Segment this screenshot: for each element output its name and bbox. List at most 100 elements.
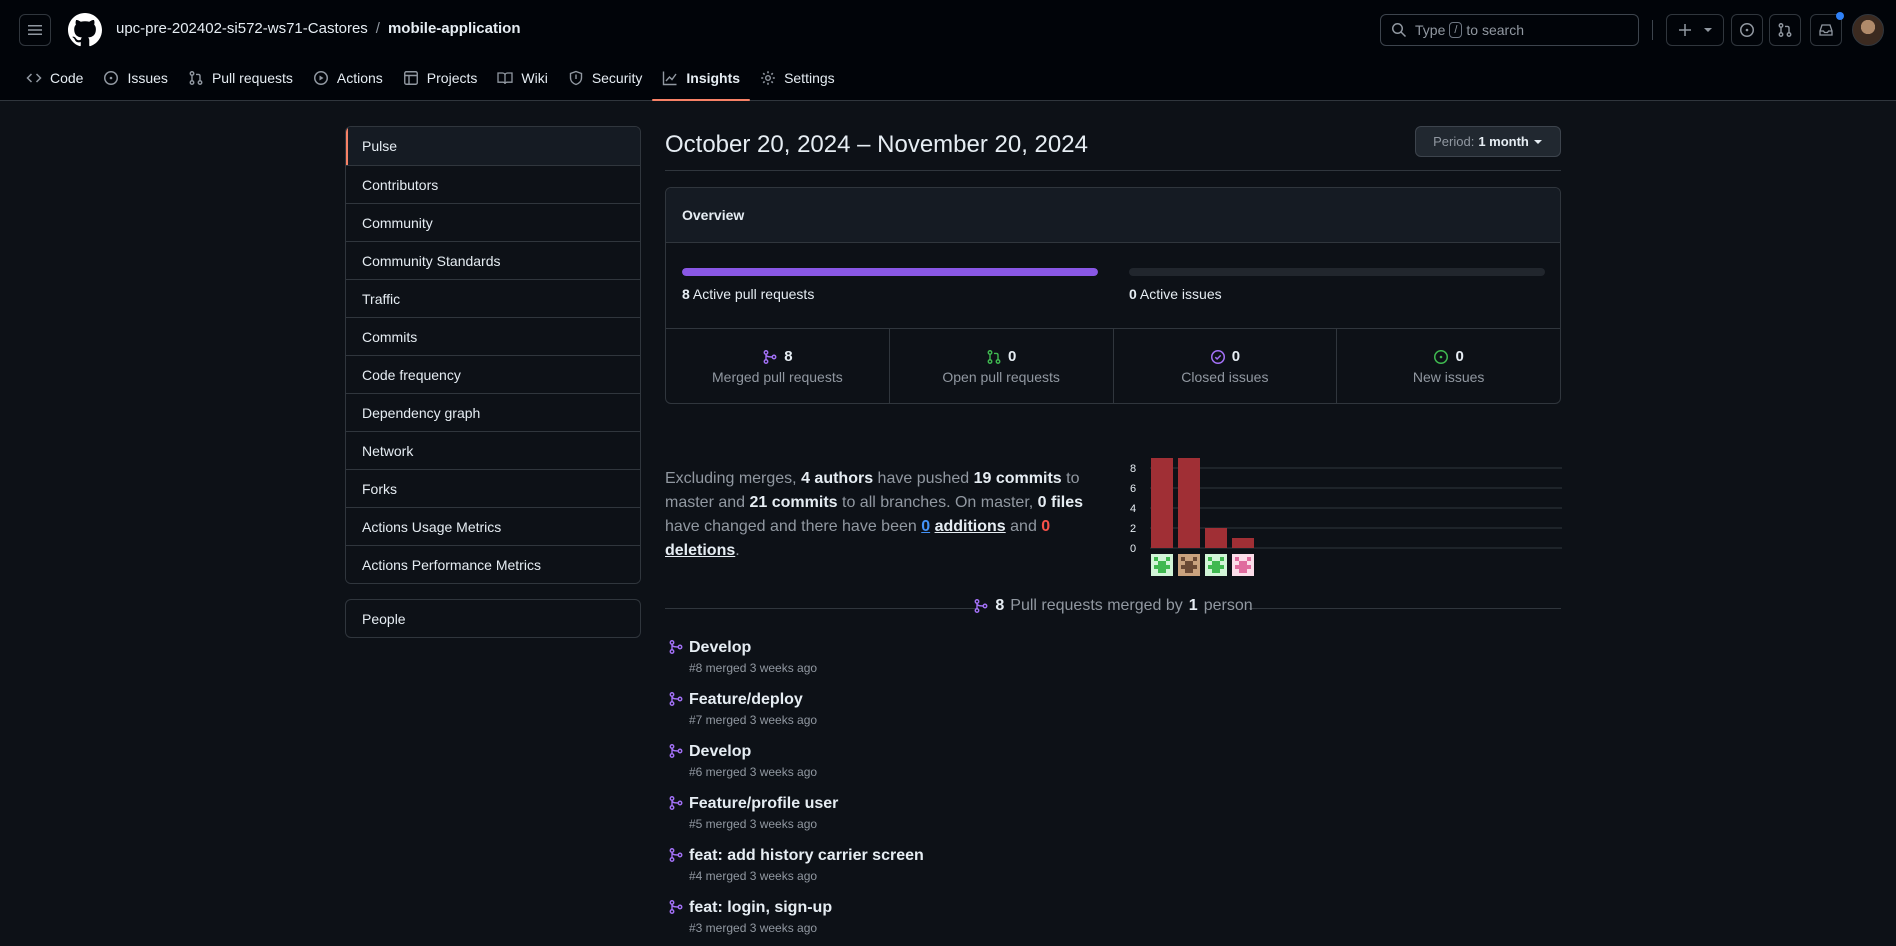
repo-name-link[interactable]: mobile-application bbox=[388, 20, 521, 37]
sidebar-item-code-frequency[interactable]: Code frequency bbox=[346, 355, 640, 393]
issues-button[interactable] bbox=[1731, 14, 1763, 46]
pr-title-link[interactable]: Feature/profile user bbox=[689, 793, 1561, 815]
hamburger-menu-button[interactable] bbox=[19, 14, 51, 46]
stat-open-prs[interactable]: 0 Open pull requests bbox=[888, 329, 1113, 403]
tab-issues-label: Issues bbox=[127, 70, 168, 86]
tab-pull-requests-label: Pull requests bbox=[211, 70, 293, 86]
contributor-avatar-pixel bbox=[1235, 557, 1239, 561]
merged-pr-list: Develop #8 merged 3 weeks ago Feature/de… bbox=[665, 637, 1561, 946]
github-logo-icon[interactable] bbox=[68, 13, 102, 47]
tab-issues[interactable]: Issues bbox=[93, 60, 177, 96]
stat-new-issues[interactable]: 0 New issues bbox=[1336, 329, 1560, 403]
contributor-avatar-pixel bbox=[1239, 561, 1243, 565]
additions-link[interactable]: 0 additions bbox=[921, 518, 1005, 535]
summary-files: 0 files bbox=[1037, 494, 1084, 511]
sidebar-item-traffic[interactable]: Traffic bbox=[346, 279, 640, 317]
pr-meta: #3 merged 3 weeks ago bbox=[689, 921, 818, 935]
table-icon bbox=[403, 71, 418, 85]
inbox-icon bbox=[1819, 24, 1833, 36]
tab-security[interactable]: Security bbox=[558, 60, 653, 96]
create-new-button[interactable] bbox=[1666, 14, 1724, 46]
chart-bar[interactable] bbox=[1151, 458, 1173, 548]
issue-opened-icon bbox=[1434, 349, 1449, 364]
contributor-avatar[interactable] bbox=[1232, 554, 1254, 576]
tab-insights[interactable]: Insights bbox=[652, 60, 750, 101]
additions-word: additions bbox=[934, 518, 1006, 535]
summary-text: have pushed bbox=[877, 470, 970, 487]
merged-prs-heading: 8 Pull requests merged by 1 person bbox=[665, 597, 1561, 619]
contributor-avatar-pixel bbox=[1216, 569, 1220, 573]
list-item: feat: add history carrier screen #4 merg… bbox=[665, 845, 1561, 897]
sidebar-item-dependency-graph[interactable]: Dependency graph bbox=[346, 393, 640, 431]
pr-title-link[interactable]: Develop bbox=[689, 637, 1561, 659]
stat-closed-issues[interactable]: 0 Closed issues bbox=[1112, 329, 1337, 403]
sidebar-item-actions-usage-metrics[interactable]: Actions Usage Metrics bbox=[346, 507, 640, 545]
active-issues-label: Active issues bbox=[1139, 286, 1222, 302]
contributor-avatar-pixel bbox=[1185, 565, 1189, 569]
commit-summary: Excluding merges, 4 authors have pushed … bbox=[665, 467, 1110, 563]
triangle-down-icon bbox=[1533, 139, 1542, 144]
chart-bar[interactable] bbox=[1178, 458, 1200, 548]
period-dropdown-button[interactable]: Period: 1 month bbox=[1415, 126, 1561, 157]
contributor-avatar-pixel bbox=[1185, 561, 1189, 565]
overview-activity-bars: 8 Active pull requests 0 Active issues bbox=[666, 243, 1560, 329]
contributor-avatar[interactable] bbox=[1178, 554, 1200, 576]
breadcrumb-separator: / bbox=[375, 20, 380, 37]
chart-bar[interactable] bbox=[1232, 538, 1254, 548]
pr-meta: #6 merged 3 weeks ago bbox=[689, 765, 818, 779]
tab-code[interactable]: Code bbox=[16, 60, 93, 96]
stat-merged-prs[interactable]: 8 Merged pull requests bbox=[666, 329, 889, 403]
summary-commits-all: 21 commits bbox=[749, 494, 838, 511]
tab-projects[interactable]: Projects bbox=[393, 60, 488, 96]
pr-title-link[interactable]: feat: login, sign-up bbox=[689, 897, 1561, 919]
sidebar-item-contributors[interactable]: Contributors bbox=[346, 165, 640, 203]
header-top-bar: upc-pre-202402-si572-ws71-Castores / mob… bbox=[0, 0, 1896, 60]
search-prefix-text: Type bbox=[1415, 22, 1446, 38]
merged-count: 8 bbox=[995, 597, 1005, 614]
search-icon bbox=[1392, 23, 1407, 38]
sidebar-item-network[interactable]: Network bbox=[346, 431, 640, 469]
pull-requests-button[interactable] bbox=[1769, 14, 1801, 46]
summary-commits-master: 19 commits bbox=[973, 470, 1062, 487]
tab-code-label: Code bbox=[50, 70, 84, 86]
tab-wiki-label: Wiki bbox=[521, 70, 548, 86]
chart-bar[interactable] bbox=[1205, 528, 1227, 548]
app-header: upc-pre-202402-si572-ws71-Castores / mob… bbox=[0, 0, 1896, 101]
tab-actions[interactable]: Actions bbox=[303, 60, 393, 96]
stat-merged-prs-value: 8 bbox=[784, 348, 793, 365]
list-item: feat: login, sign-up #3 merged 3 weeks a… bbox=[665, 897, 1561, 946]
list-item: Develop #8 merged 3 weeks ago bbox=[665, 637, 1561, 689]
tab-settings[interactable]: Settings bbox=[750, 60, 845, 96]
sidebar-item-community[interactable]: Community bbox=[346, 203, 640, 241]
contributor-avatar-pixel bbox=[1216, 561, 1220, 565]
contributor-avatar-pixel bbox=[1239, 569, 1243, 573]
title-divider bbox=[665, 170, 1561, 171]
user-avatar[interactable] bbox=[1852, 14, 1884, 46]
pr-title-link[interactable]: Feature/deploy bbox=[689, 689, 1561, 711]
pr-title-link[interactable]: Develop bbox=[689, 741, 1561, 763]
pr-title-link[interactable]: feat: add history carrier screen bbox=[689, 845, 1561, 867]
sidebar-item-people[interactable]: People bbox=[345, 599, 641, 638]
contributor-avatar-pixel bbox=[1212, 569, 1216, 573]
sidebar-item-pulse[interactable]: Pulse bbox=[346, 127, 640, 165]
sidebar-item-community-standards[interactable]: Community Standards bbox=[346, 241, 640, 279]
contributor-avatar-pixel bbox=[1189, 565, 1193, 569]
overview-title: Overview bbox=[666, 188, 1560, 243]
sidebar-item-commits[interactable]: Commits bbox=[346, 317, 640, 355]
tab-wiki[interactable]: Wiki bbox=[487, 60, 557, 96]
sidebar-item-forks[interactable]: Forks bbox=[346, 469, 640, 507]
tab-pull-requests[interactable]: Pull requests bbox=[178, 60, 303, 96]
sidebar-item-actions-performance-metrics[interactable]: Actions Performance Metrics bbox=[346, 545, 640, 583]
active-prs-link[interactable]: 8 Active pull requests bbox=[682, 286, 814, 302]
contributor-avatar-pixel bbox=[1158, 565, 1162, 569]
contributor-avatar-pixel bbox=[1154, 557, 1158, 561]
contributor-avatar[interactable] bbox=[1151, 554, 1173, 576]
repo-owner-link[interactable]: upc-pre-202402-si572-ws71-Castores bbox=[116, 20, 368, 37]
contributor-avatar-pixel bbox=[1243, 565, 1247, 569]
active-issues-link[interactable]: 0 Active issues bbox=[1129, 286, 1222, 302]
active-prs-count: 8 bbox=[682, 286, 690, 302]
contributor-avatar[interactable] bbox=[1205, 554, 1227, 576]
chart-y-tick-label: 0 bbox=[1130, 543, 1136, 555]
stat-closed-issues-label: Closed issues bbox=[1181, 369, 1269, 385]
search-input[interactable]: Type / to search bbox=[1380, 14, 1639, 46]
